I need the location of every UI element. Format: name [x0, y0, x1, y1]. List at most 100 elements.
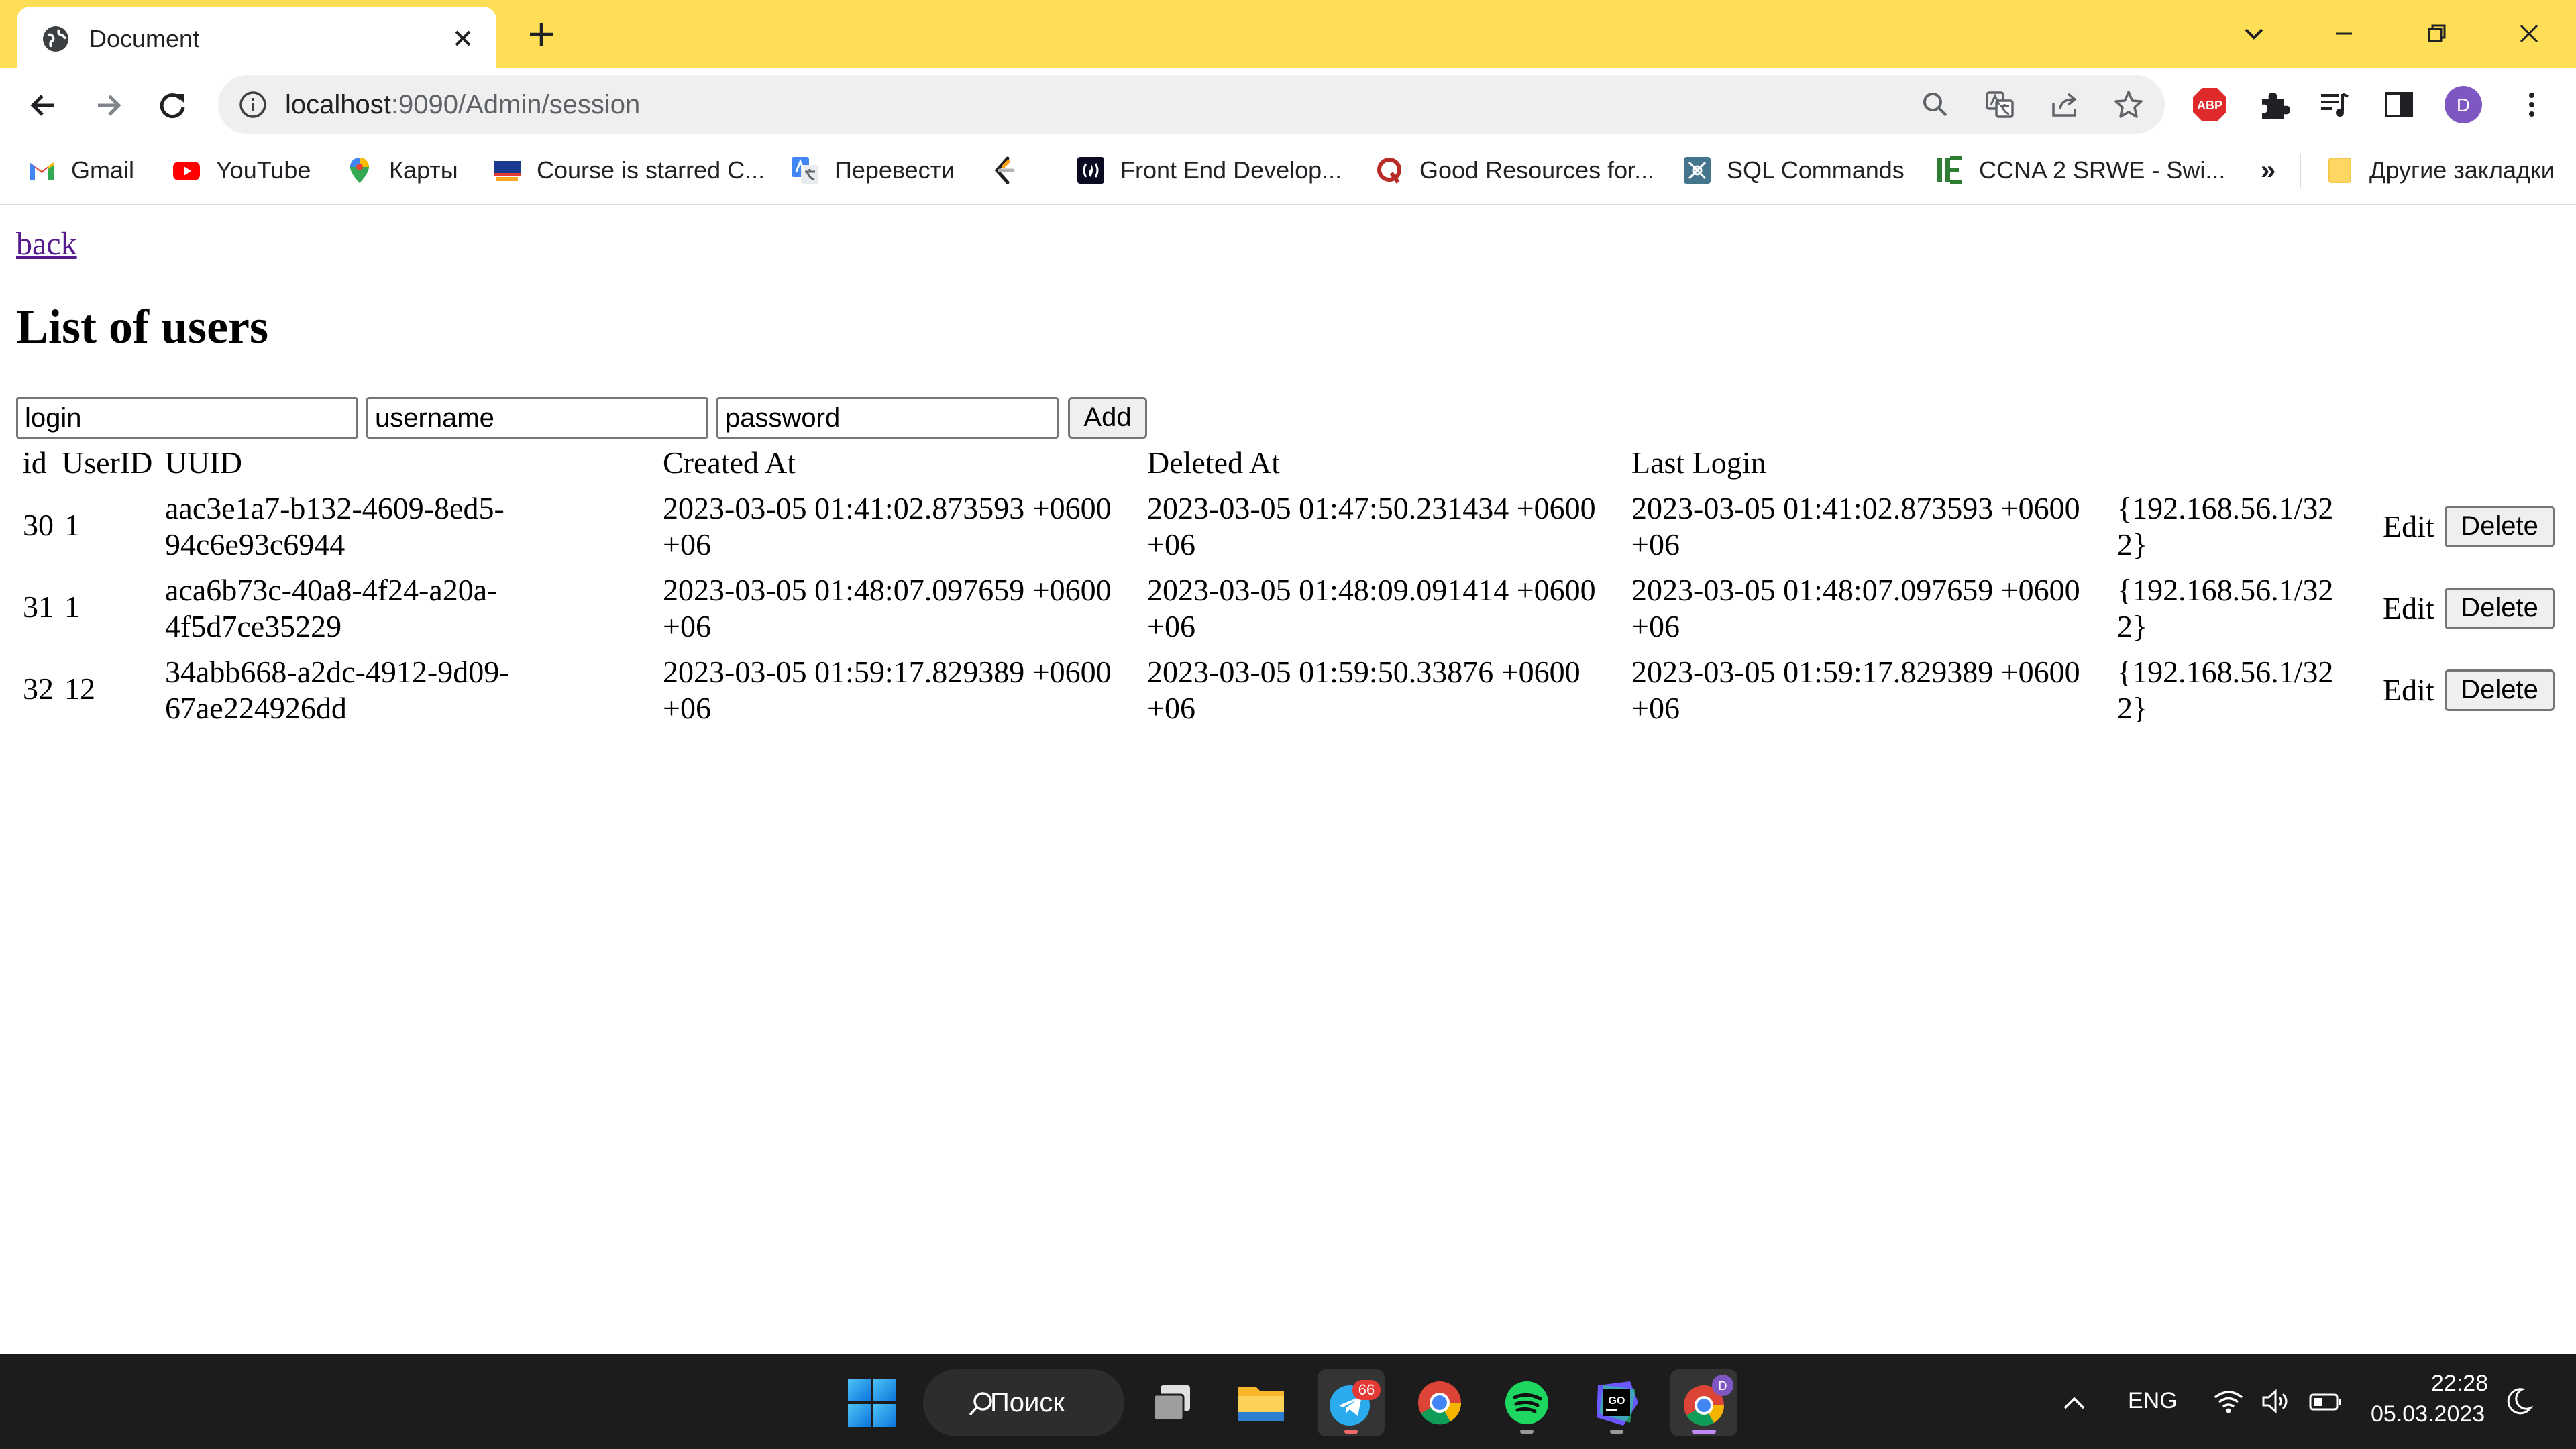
password-input[interactable]	[716, 397, 1059, 439]
header-created-at: Created At	[663, 445, 796, 480]
close-window-icon[interactable]	[2509, 13, 2549, 54]
bookmark-youtube[interactable]: YouTube	[172, 152, 311, 189]
username-input[interactable]	[366, 397, 708, 439]
goland-button[interactable]: GO	[1583, 1369, 1650, 1436]
quora-icon	[1375, 156, 1405, 185]
chrome-profile-button[interactable]: D	[1670, 1369, 1737, 1436]
translate-page-icon[interactable]	[1984, 89, 2016, 121]
bookmark-sql[interactable]: SQL Commands	[1682, 152, 1904, 189]
share-icon[interactable]	[2048, 89, 2080, 121]
url-host: localhost	[285, 90, 391, 119]
bookmark-maps[interactable]: Карты	[345, 152, 458, 189]
cell-last-login-cont: +06	[1631, 609, 1680, 643]
cell-uuid: aca6b73c-40a8-4f24-a20a-	[165, 573, 498, 607]
bookmark-star-icon[interactable]	[2112, 89, 2145, 121]
sdu-icon	[492, 156, 522, 185]
cell-ip: {192.168.56.1/32	[2117, 573, 2334, 607]
chevron-up-icon[interactable]	[2059, 1388, 2089, 1421]
site-info-icon[interactable]	[238, 90, 268, 119]
svg-text:D: D	[1719, 1379, 1727, 1393]
add-button[interactable]: Add	[1068, 397, 1147, 439]
minimize-icon[interactable]	[2324, 13, 2364, 54]
close-tab-icon[interactable]	[446, 21, 480, 55]
login-input[interactable]	[16, 397, 358, 439]
back-link[interactable]: back	[16, 225, 77, 262]
bookmark-ccna[interactable]: CCNA 2 SRWE - Swi...	[1935, 152, 2225, 189]
volume-icon[interactable]	[2259, 1385, 2292, 1421]
kebab-menu-icon[interactable]	[2513, 86, 2551, 123]
cell-deleted-at: 2023-03-05 01:59:50.33876 +0600	[1147, 655, 1580, 689]
bookmarks-bar: Gmail YouTube Карты Course is starred C.…	[0, 141, 2576, 205]
more-bookmarks-label: »	[2261, 155, 2276, 185]
abp-label: ABP	[2197, 99, 2222, 112]
gmail-icon	[27, 156, 56, 185]
cell-created-at-cont: +06	[663, 691, 711, 725]
more-bookmarks-button[interactable]: »	[2261, 152, 2275, 189]
task-view-button[interactable]	[1140, 1369, 1208, 1436]
forward-arrow-icon[interactable]	[89, 86, 127, 125]
browser-toolbar: localhost:9090/Admin/session ABP D	[0, 68, 2576, 141]
delete-button[interactable]: Delete	[2445, 588, 2555, 629]
url-path: :9090/Admin/session	[390, 90, 641, 119]
delete-button[interactable]: Delete	[2445, 669, 2555, 711]
bookmark-label: Course is starred C...	[537, 156, 765, 184]
new-tab-icon[interactable]	[525, 17, 558, 51]
bookmark-translate[interactable]: Перевести	[790, 152, 955, 189]
windows-taskbar: Поиск 66 GO D ENG 22:28 05.03.2023	[0, 1354, 2576, 1449]
header-id: id	[23, 445, 47, 480]
bookmark-gmail[interactable]: Gmail	[27, 152, 134, 189]
extensions-puzzle-icon[interactable]	[2255, 86, 2293, 123]
back-arrow-icon[interactable]	[24, 86, 63, 125]
taskbar-search-label: Поиск	[990, 1388, 1065, 1417]
running-indicator	[1692, 1430, 1716, 1434]
start-button[interactable]	[839, 1369, 906, 1436]
bookmark-label: Front End Develop...	[1120, 156, 1342, 184]
delete-button[interactable]: Delete	[2445, 506, 2555, 547]
bookmark-leetcode[interactable]	[990, 152, 1034, 189]
search-icon[interactable]	[1919, 89, 1951, 121]
edit-link[interactable]: Edit	[2383, 672, 2434, 708]
taskbar-search[interactable]: Поиск	[923, 1369, 1124, 1436]
file-explorer-button[interactable]	[1228, 1369, 1295, 1436]
header-user-id: UserID	[62, 445, 153, 480]
page-content: back List of users Add id UserID UUID Cr…	[0, 205, 2576, 1354]
chrome-button[interactable]	[1406, 1369, 1473, 1436]
edit-link[interactable]: Edit	[2383, 590, 2434, 627]
battery-icon[interactable]	[2308, 1385, 2343, 1421]
media-queue-icon[interactable]	[2316, 86, 2353, 123]
wifi-icon[interactable]	[2212, 1385, 2245, 1421]
bookmark-quora[interactable]: Good Resources for...	[1375, 152, 1654, 189]
telegram-badge: 66	[1358, 1381, 1375, 1398]
profile-avatar[interactable]: D	[2445, 86, 2482, 123]
clock-date[interactable]: 05.03.2023	[2371, 1401, 2485, 1428]
cell-deleted-at: 2023-03-05 01:47:50.231434 +0600	[1147, 491, 1596, 525]
address-bar[interactable]: localhost:9090/Admin/session	[218, 75, 2165, 134]
frontend-icon	[1076, 156, 1106, 185]
other-bookmarks-folder[interactable]: Другие закладки	[2325, 152, 2555, 189]
chrome-profile-icon: D	[1684, 1375, 1733, 1426]
cell-uuid: 34abb668-a2dc-4912-9d09-	[165, 655, 510, 689]
telegram-button[interactable]: 66	[1318, 1369, 1385, 1436]
url-text[interactable]: localhost:9090/Admin/session	[285, 87, 640, 122]
spotify-button[interactable]	[1493, 1369, 1560, 1436]
language-indicator[interactable]: ENG	[2128, 1388, 2178, 1414]
bookmark-frontend[interactable]: Front End Develop...	[1076, 152, 1342, 189]
cell-last-login-cont: +06	[1631, 527, 1680, 561]
cell-user-id: 1	[64, 590, 80, 624]
active-tab[interactable]: Document	[17, 7, 496, 68]
side-panel-icon[interactable]	[2380, 86, 2418, 123]
adblock-plus-icon[interactable]: ABP	[2191, 86, 2229, 123]
tab-strip: Document	[0, 0, 2576, 68]
globe-icon	[41, 24, 70, 54]
moon-icon[interactable]	[2502, 1385, 2534, 1421]
cell-id: 31	[23, 590, 54, 624]
clock-time[interactable]: 22:28	[2431, 1371, 2488, 1397]
cell-uuid-cont: 67ae224926dd	[165, 691, 347, 725]
reload-icon[interactable]	[153, 86, 192, 125]
cell-created-at-cont: +06	[663, 527, 711, 561]
tab-search-chevron-icon[interactable]	[2234, 13, 2274, 54]
profile-initial: D	[2457, 95, 2470, 115]
bookmark-course[interactable]: Course is starred C...	[492, 152, 765, 189]
restore-icon[interactable]	[2416, 13, 2457, 54]
edit-link[interactable]: Edit	[2383, 508, 2434, 545]
